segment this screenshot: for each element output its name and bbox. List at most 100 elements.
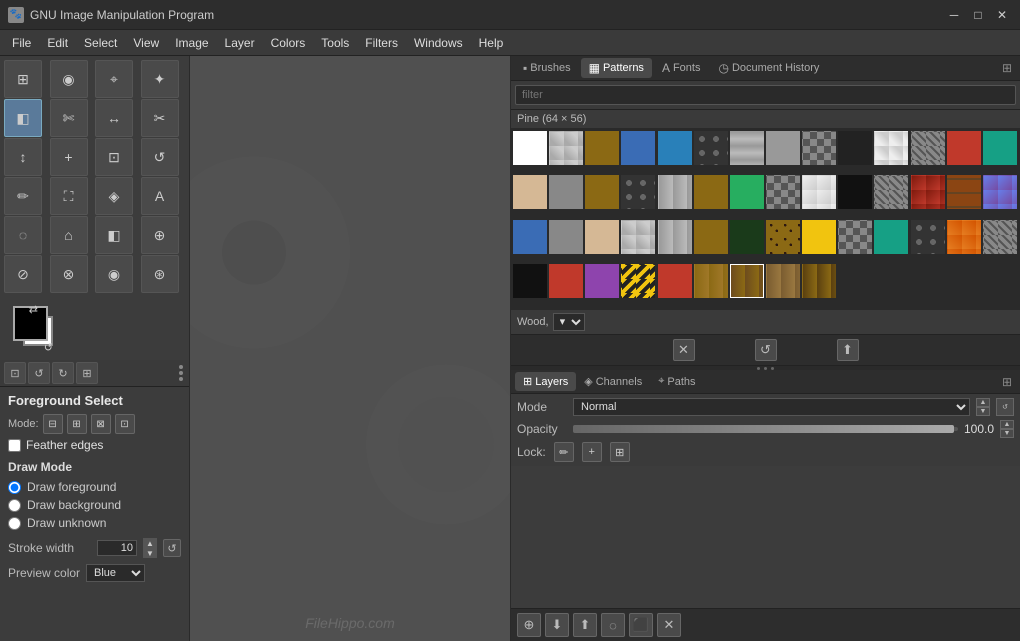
pattern-cell-striped3[interactable] bbox=[983, 220, 1017, 254]
pattern-cell-striped2[interactable] bbox=[874, 175, 908, 209]
tool-free-select[interactable]: ⌖ bbox=[95, 60, 133, 98]
redo-button[interactable]: ↻ bbox=[52, 362, 74, 384]
move-layer-up-button[interactable]: ⬆ bbox=[573, 613, 597, 637]
pattern-refresh-button[interactable]: ↺ bbox=[755, 339, 777, 361]
grid-button[interactable]: ⊞ bbox=[76, 362, 98, 384]
pattern-cell-pine3[interactable] bbox=[802, 264, 836, 298]
tool-ink[interactable]: ⊛ bbox=[141, 255, 179, 293]
anchor-layer-button[interactable]: ⬛ bbox=[629, 613, 653, 637]
pattern-cell-concrete2[interactable] bbox=[549, 175, 583, 209]
tab-dochistory[interactable]: ◷ Document History bbox=[710, 58, 827, 78]
pattern-cell-marble2[interactable] bbox=[802, 175, 836, 209]
tool-clone[interactable]: ◈ bbox=[95, 177, 133, 215]
pattern-cell-gray2[interactable] bbox=[621, 220, 655, 254]
pattern-cell-metal2[interactable] bbox=[658, 175, 692, 209]
lock-all-button[interactable]: ⊞ bbox=[610, 442, 630, 462]
tool-smudge[interactable]: ⊗ bbox=[50, 255, 88, 293]
tab-paths[interactable]: ⌖ Paths bbox=[650, 372, 703, 391]
maximize-button[interactable]: □ bbox=[968, 5, 988, 25]
pattern-cell-blue2[interactable] bbox=[658, 131, 692, 165]
pattern-cell-green1[interactable] bbox=[730, 175, 764, 209]
mode-up-button[interactable]: ▲ bbox=[976, 398, 990, 407]
tab-layers[interactable]: ⊞ Layers bbox=[515, 372, 576, 391]
tool-pencil[interactable]: ✏ bbox=[4, 177, 42, 215]
tab-channels[interactable]: ◈ Channels bbox=[576, 372, 650, 391]
pattern-cell-pine[interactable] bbox=[730, 264, 764, 298]
pattern-cell-concrete1[interactable] bbox=[766, 131, 800, 165]
pattern-cell-sand1[interactable] bbox=[513, 175, 547, 209]
draw-background-radio[interactable] bbox=[8, 499, 21, 512]
tool-dodge[interactable]: ◧ bbox=[95, 216, 133, 254]
pattern-export-button[interactable]: ⬆ bbox=[837, 339, 859, 361]
menu-item-colors[interactable]: Colors bbox=[263, 33, 314, 53]
pattern-cell-sand2[interactable] bbox=[585, 220, 619, 254]
menu-item-windows[interactable]: Windows bbox=[406, 33, 471, 53]
mode-btn-4[interactable]: ⊡ bbox=[115, 414, 135, 434]
pattern-cell-wood3[interactable] bbox=[694, 220, 728, 254]
pattern-cell-striped1[interactable] bbox=[911, 131, 945, 165]
undo-button[interactable]: ↺ bbox=[28, 362, 50, 384]
tool-path[interactable]: ◌ bbox=[4, 216, 42, 254]
lock-move-button[interactable]: + bbox=[582, 442, 602, 462]
panel-drag-handle[interactable] bbox=[177, 363, 185, 383]
pattern-cell-wood4[interactable] bbox=[694, 264, 728, 298]
tab-patterns[interactable]: ▦ Patterns bbox=[581, 58, 652, 78]
menu-item-tools[interactable]: Tools bbox=[313, 33, 357, 53]
pattern-cell-metal1[interactable] bbox=[730, 131, 764, 165]
pattern-cell-blue3[interactable] bbox=[513, 220, 547, 254]
tab-fonts[interactable]: A Fonts bbox=[654, 58, 709, 78]
pattern-cell-brick[interactable] bbox=[947, 175, 981, 209]
pattern-cell-gradient1[interactable] bbox=[983, 175, 1017, 209]
brush-panel-maximize-button[interactable]: ⊞ bbox=[998, 59, 1016, 77]
draw-unknown-radio[interactable] bbox=[8, 517, 21, 530]
duplicate-layer-button[interactable]: ◌ bbox=[601, 613, 625, 637]
tool-rect-select[interactable]: ⊞ bbox=[4, 60, 42, 98]
menu-item-select[interactable]: Select bbox=[76, 33, 125, 53]
opacity-up-button[interactable]: ▲ bbox=[1000, 420, 1014, 429]
pattern-cell-gray-light[interactable] bbox=[549, 131, 583, 165]
menu-item-image[interactable]: Image bbox=[167, 33, 216, 53]
menu-item-file[interactable]: File bbox=[4, 33, 39, 53]
menu-item-view[interactable]: View bbox=[125, 33, 167, 53]
pattern-cell-dots1[interactable] bbox=[694, 131, 728, 165]
pattern-cell-wood1[interactable] bbox=[585, 131, 619, 165]
pattern-cell-blue1[interactable] bbox=[621, 131, 655, 165]
mode-btn-1[interactable]: ⊟ bbox=[43, 414, 63, 434]
pattern-cell-teal2[interactable] bbox=[874, 220, 908, 254]
mode-control-select[interactable]: Normal bbox=[573, 398, 970, 416]
minimize-button[interactable]: ─ bbox=[944, 5, 964, 25]
tool-bucket[interactable]: ⊕ bbox=[141, 216, 179, 254]
pattern-cell-leopard2[interactable] bbox=[766, 220, 800, 254]
stroke-up-button[interactable]: ▲ bbox=[143, 538, 157, 548]
pattern-cell-circuit[interactable] bbox=[730, 220, 764, 254]
pattern-cell-orange1[interactable] bbox=[947, 220, 981, 254]
layers-panel-maximize-button[interactable]: ⊞ bbox=[998, 373, 1016, 391]
tool-presets-button[interactable]: ⊡ bbox=[4, 362, 26, 384]
tool-align[interactable]: + bbox=[50, 138, 88, 176]
swap-colors-button[interactable]: ⇄ bbox=[29, 303, 38, 316]
tool-ellipse-select[interactable]: ◉ bbox=[50, 60, 88, 98]
tool-text[interactable]: A bbox=[141, 177, 179, 215]
pattern-cell-concrete3[interactable] bbox=[549, 220, 583, 254]
mode-btn-2[interactable]: ⊞ bbox=[67, 414, 87, 434]
pattern-cell-lavender[interactable] bbox=[585, 264, 619, 298]
tool-scissors[interactable]: ✄ bbox=[50, 99, 88, 137]
tool-paint[interactable]: ⛶ bbox=[50, 177, 88, 215]
pattern-cell-teal1[interactable] bbox=[983, 131, 1017, 165]
pattern-cell-dots3[interactable] bbox=[911, 220, 945, 254]
new-layer-button[interactable]: ⊕ bbox=[517, 613, 541, 637]
mode-down-button[interactable]: ▼ bbox=[976, 407, 990, 416]
close-button[interactable]: ✕ bbox=[992, 5, 1012, 25]
tool-fuzzy-select[interactable]: ✦ bbox=[141, 60, 179, 98]
pattern-cell-wood2[interactable] bbox=[585, 175, 619, 209]
feather-edges-checkbox[interactable] bbox=[8, 439, 21, 452]
mode-btn-3[interactable]: ⊠ bbox=[91, 414, 111, 434]
menu-item-layer[interactable]: Layer bbox=[217, 33, 263, 53]
pattern-delete-button[interactable]: ✕ bbox=[673, 339, 695, 361]
tool-measure[interactable]: ⌂ bbox=[50, 216, 88, 254]
tool-crop[interactable]: ✂ bbox=[141, 99, 179, 137]
menu-item-edit[interactable]: Edit bbox=[39, 33, 76, 53]
pattern-cell-dark1[interactable] bbox=[838, 131, 872, 165]
pattern-cell-yellow1[interactable] bbox=[802, 220, 836, 254]
tool-rotate[interactable]: ↺ bbox=[141, 138, 179, 176]
